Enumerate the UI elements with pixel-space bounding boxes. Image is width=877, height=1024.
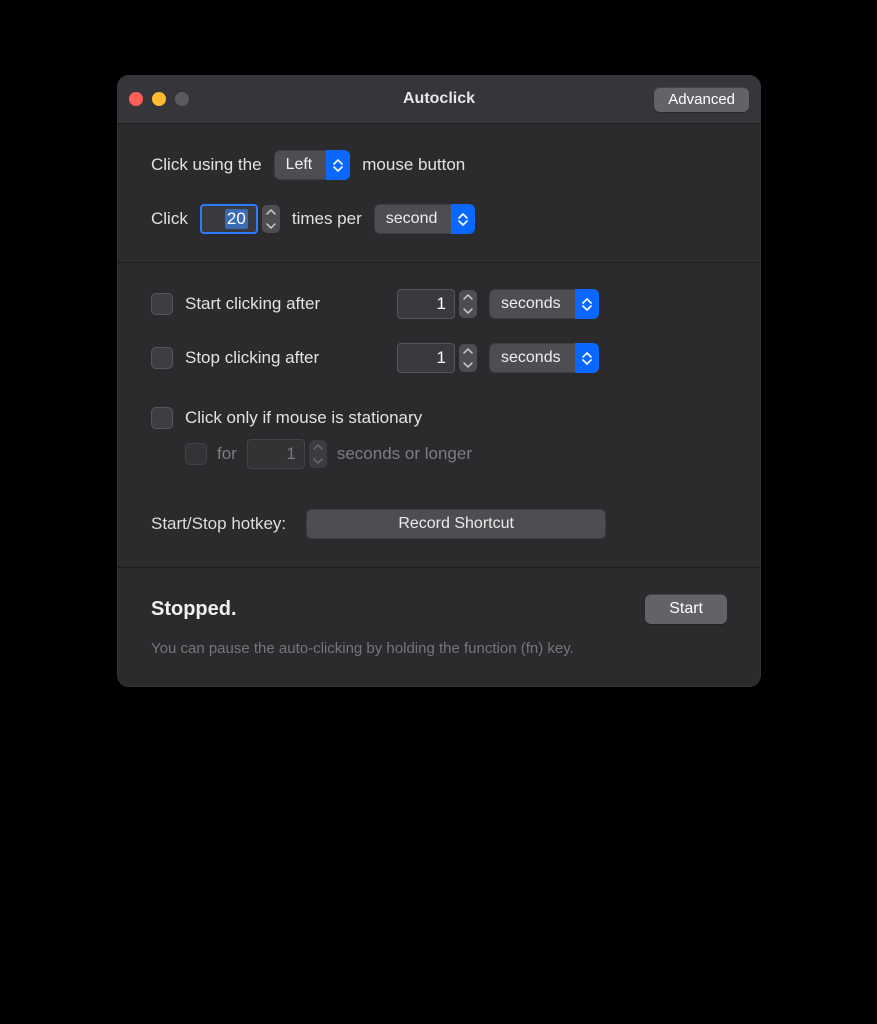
row-status: Stopped. Start bbox=[151, 594, 727, 624]
chevron-down-icon bbox=[309, 454, 327, 468]
label-stop-after: Stop clicking after bbox=[185, 348, 385, 368]
stationary-checkbox[interactable] bbox=[151, 407, 173, 429]
chevron-up-icon[interactable] bbox=[262, 205, 280, 219]
close-icon[interactable] bbox=[129, 92, 143, 106]
row-click-rate: Click 20 times per second bbox=[151, 204, 727, 234]
chevron-down-icon[interactable] bbox=[459, 304, 477, 318]
start-after-field[interactable]: 1 bbox=[397, 289, 477, 319]
row-hotkey: Start/Stop hotkey: Record Shortcut bbox=[151, 509, 727, 539]
label-click-using: Click using the bbox=[151, 155, 262, 175]
time-unit-select[interactable]: second bbox=[374, 204, 476, 234]
label-mouse-button: mouse button bbox=[362, 155, 465, 175]
row-stationary-for: for 1 seconds or longer bbox=[185, 439, 727, 469]
click-count-input[interactable]: 20 bbox=[200, 204, 258, 234]
row-mouse-button: Click using the Left mouse button bbox=[151, 150, 727, 180]
label-stationary: Click only if mouse is stationary bbox=[185, 408, 422, 428]
row-stop-after: Stop clicking after 1 seconds bbox=[151, 343, 727, 373]
label-times-per: times per bbox=[292, 209, 362, 229]
hint-text: You can pause the auto-clicking by holdi… bbox=[151, 638, 581, 659]
click-count-field[interactable]: 20 bbox=[200, 204, 280, 234]
stationary-for-stepper bbox=[309, 440, 327, 468]
status-text: Stopped. bbox=[151, 598, 237, 621]
stationary-for-checkbox bbox=[185, 443, 207, 465]
chevron-up-icon[interactable] bbox=[459, 344, 477, 358]
updown-icon bbox=[451, 204, 475, 234]
label-click: Click bbox=[151, 209, 188, 229]
row-start-after: Start clicking after 1 seconds bbox=[151, 289, 727, 319]
start-after-unit-value: seconds bbox=[489, 295, 575, 313]
mouse-button-select-value: Left bbox=[274, 156, 327, 174]
label-stationary-for-post: seconds or longer bbox=[337, 444, 472, 464]
mouse-button-select[interactable]: Left bbox=[274, 150, 351, 180]
stop-after-stepper[interactable] bbox=[459, 344, 477, 372]
label-start-after: Start clicking after bbox=[185, 294, 385, 314]
titlebar: Autoclick Advanced bbox=[117, 75, 761, 124]
label-stationary-for: for bbox=[217, 444, 237, 464]
chevron-down-icon[interactable] bbox=[459, 358, 477, 372]
click-count-stepper[interactable] bbox=[262, 205, 280, 233]
updown-icon bbox=[326, 150, 350, 180]
section-status: Stopped. Start You can pause the auto-cl… bbox=[117, 568, 761, 687]
stop-after-unit-select[interactable]: seconds bbox=[489, 343, 599, 373]
section-click-settings: Click using the Left mouse button Click … bbox=[117, 124, 761, 263]
start-after-stepper[interactable] bbox=[459, 290, 477, 318]
start-after-input[interactable]: 1 bbox=[397, 289, 455, 319]
advanced-button[interactable]: Advanced bbox=[654, 87, 749, 112]
updown-icon bbox=[575, 289, 599, 319]
start-button[interactable]: Start bbox=[645, 594, 727, 624]
chevron-down-icon[interactable] bbox=[262, 219, 280, 233]
start-after-unit-select[interactable]: seconds bbox=[489, 289, 599, 319]
stop-after-unit-value: seconds bbox=[489, 349, 575, 367]
stationary-for-field: 1 bbox=[247, 439, 327, 469]
start-after-checkbox[interactable] bbox=[151, 293, 173, 315]
stop-after-checkbox[interactable] bbox=[151, 347, 173, 369]
stop-after-input[interactable]: 1 bbox=[397, 343, 455, 373]
app-window: Autoclick Advanced Click using the Left … bbox=[117, 75, 761, 687]
zoom-icon[interactable] bbox=[175, 92, 189, 106]
time-unit-select-value: second bbox=[374, 210, 452, 228]
chevron-up-icon bbox=[309, 440, 327, 454]
label-hotkey: Start/Stop hotkey: bbox=[151, 514, 286, 534]
chevron-up-icon[interactable] bbox=[459, 290, 477, 304]
traffic-lights bbox=[129, 92, 189, 106]
minimize-icon[interactable] bbox=[152, 92, 166, 106]
record-shortcut-button[interactable]: Record Shortcut bbox=[306, 509, 606, 539]
row-stationary: Click only if mouse is stationary bbox=[151, 407, 727, 429]
section-timing-options: Start clicking after 1 seconds Stop clic… bbox=[117, 263, 761, 568]
stationary-for-input: 1 bbox=[247, 439, 305, 469]
updown-icon bbox=[575, 343, 599, 373]
stop-after-field[interactable]: 1 bbox=[397, 343, 477, 373]
